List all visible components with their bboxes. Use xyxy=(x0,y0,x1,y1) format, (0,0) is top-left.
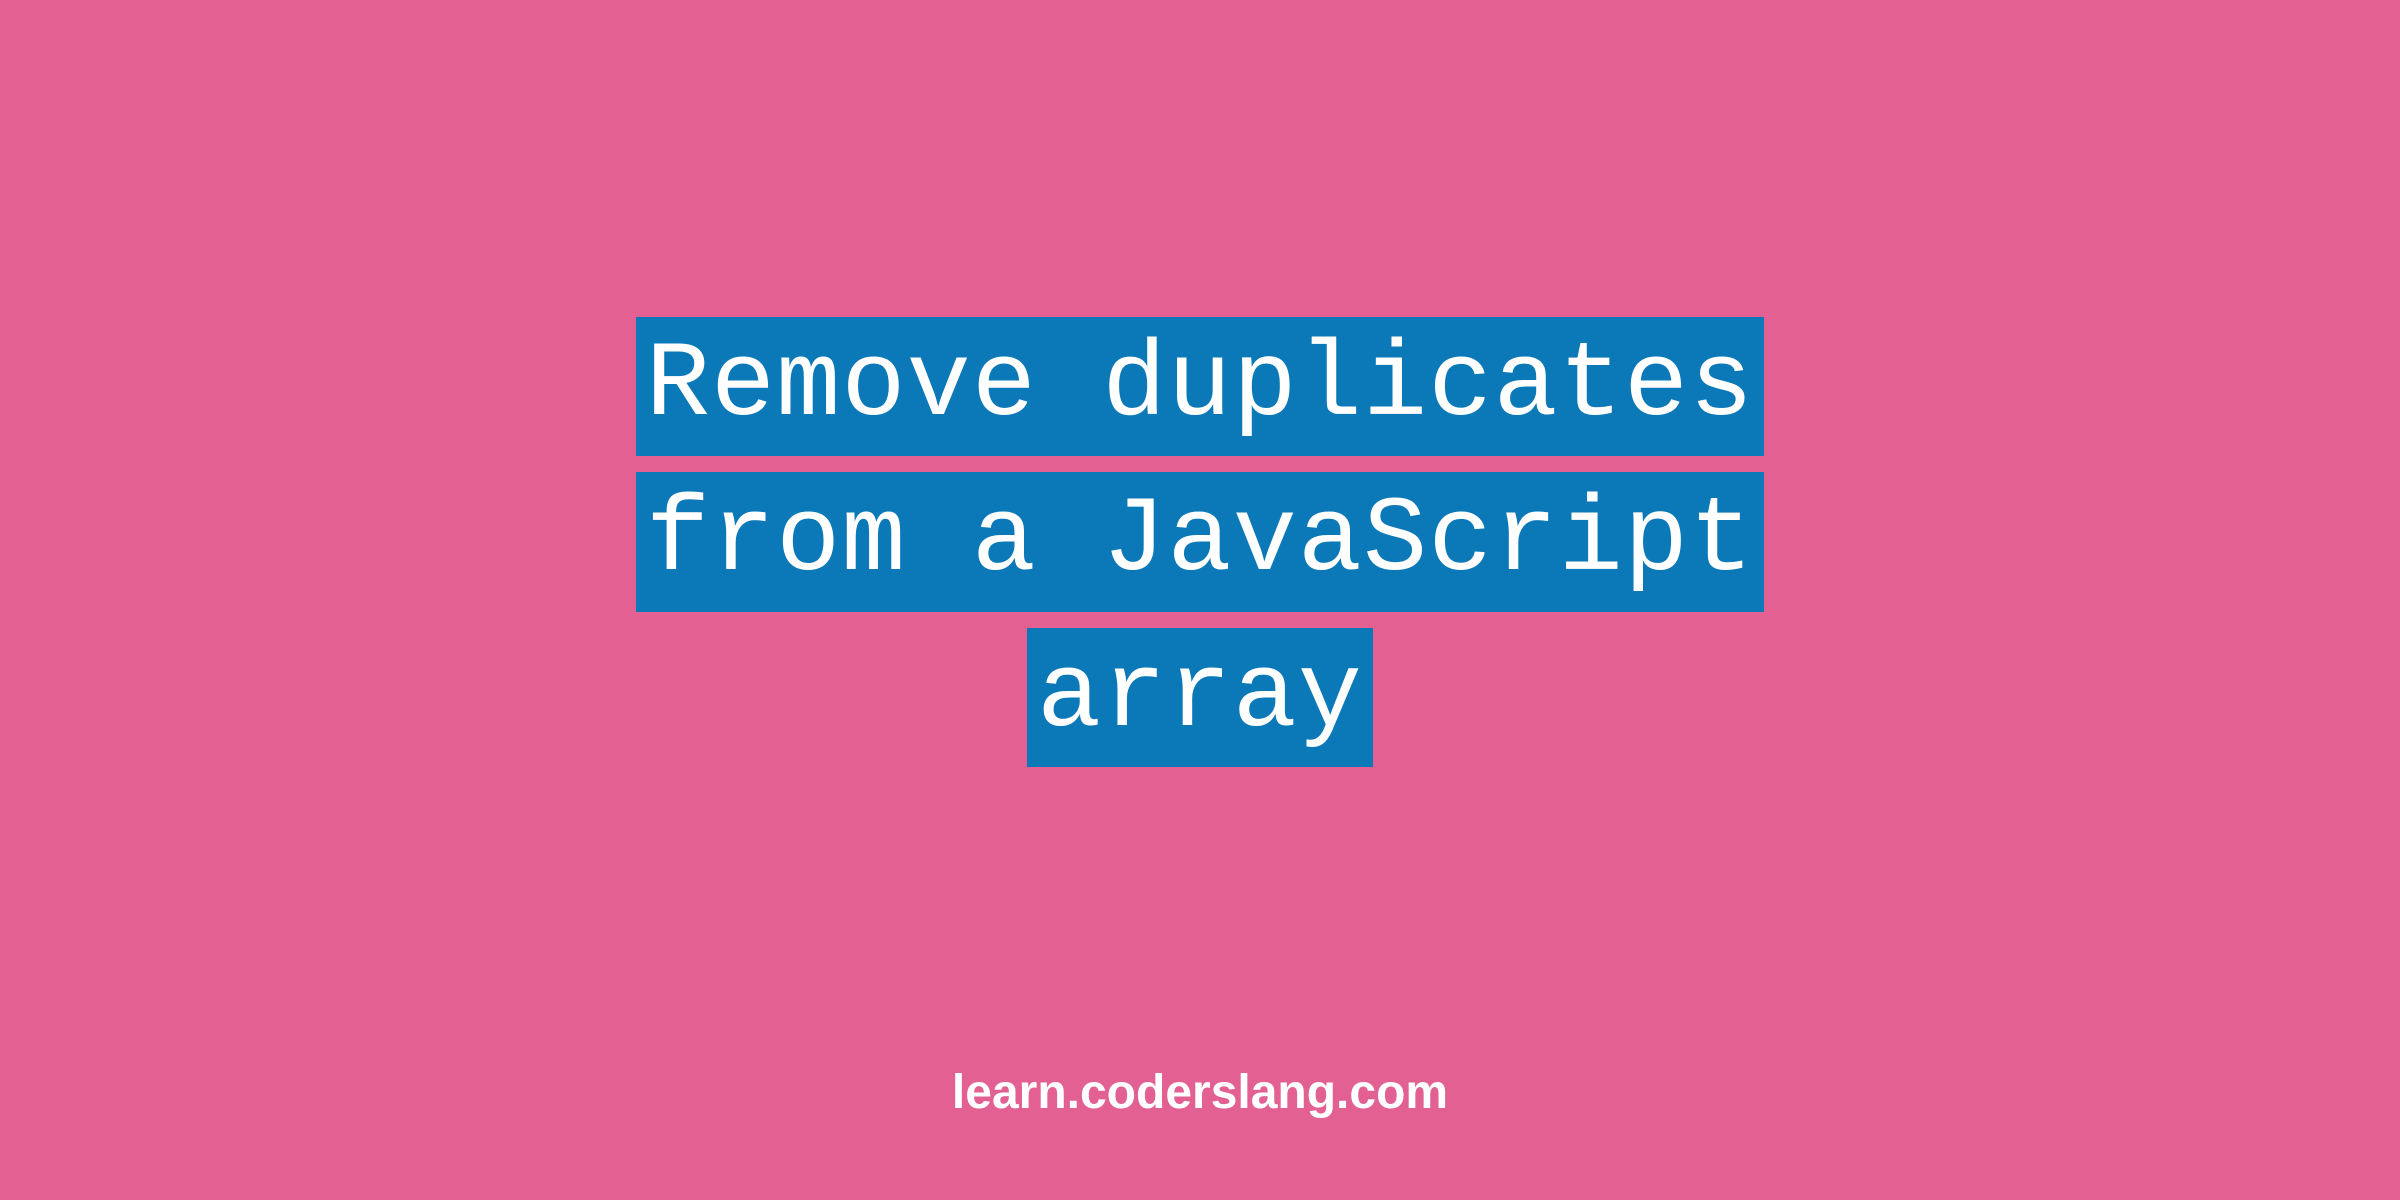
title-line-2: from a JavaScript xyxy=(636,472,1765,611)
title-line-3: array xyxy=(1027,628,1373,767)
footer-text: learn.coderslang.com xyxy=(952,1065,1448,1120)
title-container: Remove duplicates from a JavaScript arra… xyxy=(636,317,1765,782)
title-line-1: Remove duplicates xyxy=(636,317,1765,456)
